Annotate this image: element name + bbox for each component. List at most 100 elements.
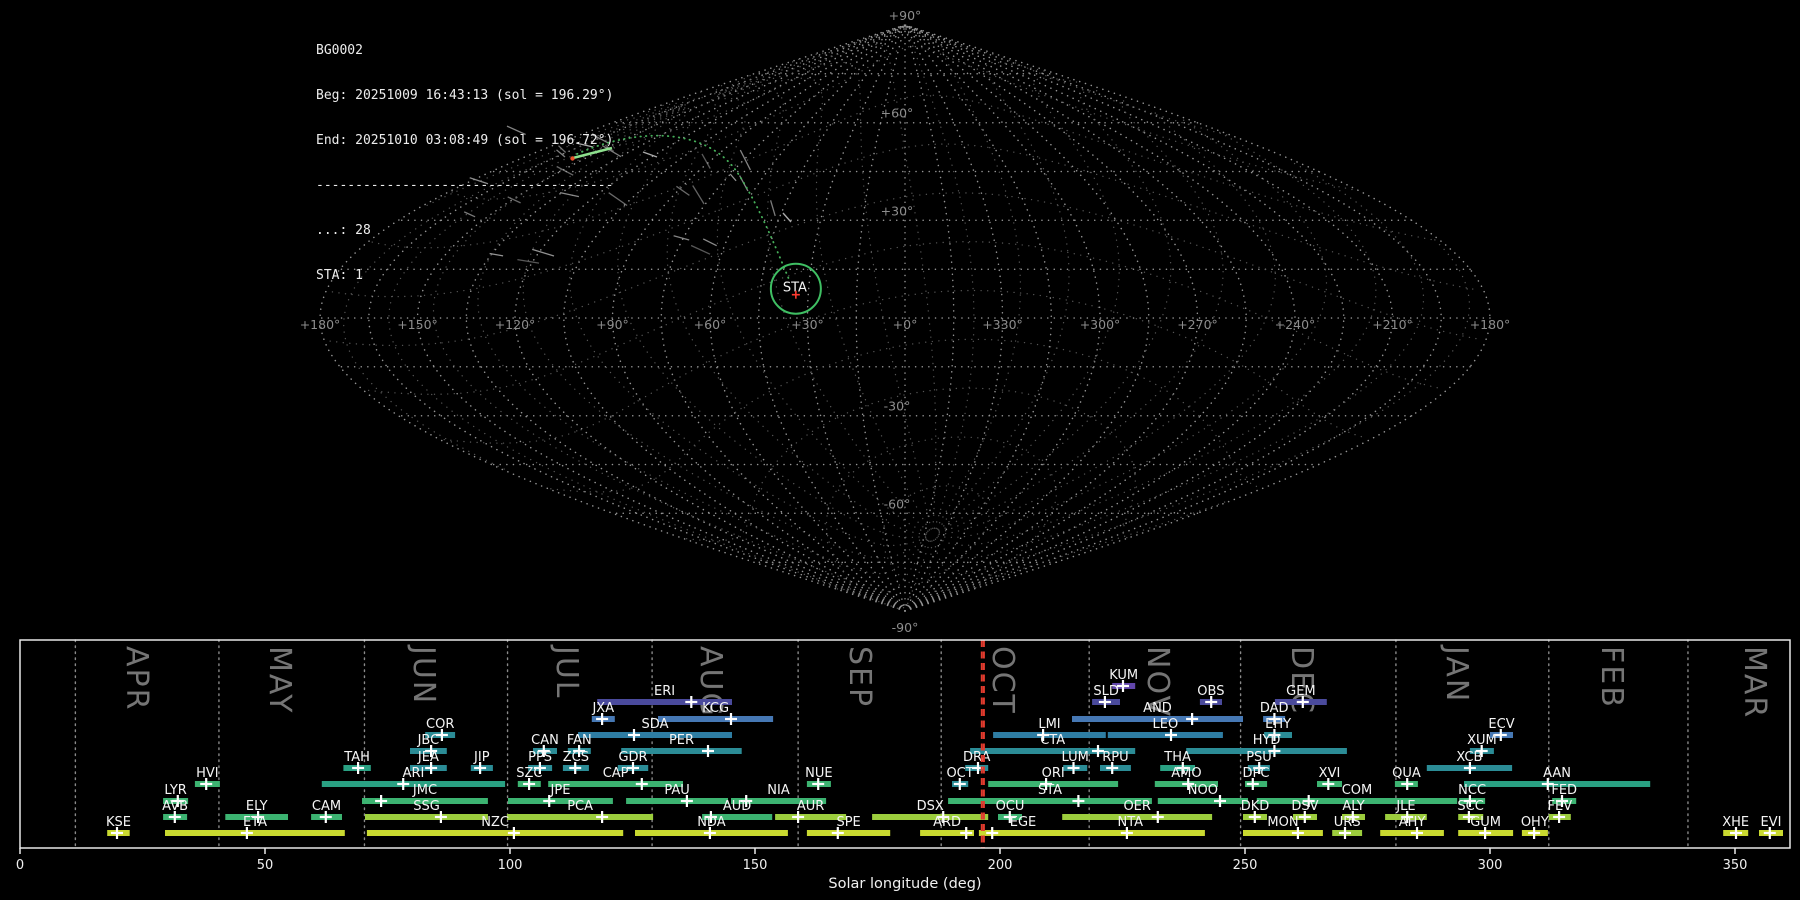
- svg-text:NOO: NOO: [1188, 783, 1218, 798]
- svg-text:NTA: NTA: [1118, 815, 1144, 830]
- svg-text:PAU: PAU: [664, 783, 689, 798]
- svg-text:+120°: +120°: [495, 317, 536, 332]
- svg-text:ETA: ETA: [243, 815, 267, 830]
- unassociated-count: ...: 28: [316, 223, 371, 238]
- svg-text:300: 300: [1478, 858, 1503, 873]
- svg-text:SEP: SEP: [842, 646, 877, 708]
- svg-text:ECV: ECV: [1488, 717, 1514, 732]
- svg-text:+330°: +330°: [982, 317, 1023, 332]
- svg-text:JUL: JUL: [549, 644, 584, 700]
- svg-text:+30°: +30°: [791, 317, 824, 332]
- svg-text:DRA: DRA: [963, 750, 991, 765]
- svg-text:KCG: KCG: [702, 701, 729, 716]
- svg-text:LUM: LUM: [1062, 750, 1089, 765]
- svg-text:AUR: AUR: [797, 799, 824, 814]
- svg-text:HVI: HVI: [196, 766, 219, 781]
- svg-text:PER: PER: [669, 733, 694, 748]
- svg-text:CAP: CAP: [603, 766, 629, 781]
- svg-text:CAM: CAM: [312, 799, 341, 814]
- svg-text:JXA: JXA: [591, 701, 614, 716]
- svg-text:50: 50: [257, 858, 274, 873]
- svg-text:-60°: -60°: [884, 496, 911, 511]
- svg-text:Solar longitude (deg): Solar longitude (deg): [828, 876, 981, 892]
- svg-text:MAY: MAY: [262, 646, 297, 714]
- svg-text:+0°: +0°: [893, 317, 918, 332]
- svg-text:OHY: OHY: [1521, 815, 1549, 830]
- svg-text:PPS: PPS: [528, 750, 552, 765]
- svg-text:150: 150: [743, 858, 768, 873]
- svg-text:COM: COM: [1342, 783, 1373, 798]
- svg-text:ORI: ORI: [1042, 766, 1065, 781]
- svg-text:SLD: SLD: [1093, 684, 1119, 699]
- svg-text:DSV: DSV: [1291, 799, 1318, 814]
- svg-text:OBS: OBS: [1197, 684, 1224, 699]
- svg-text:TAH: TAH: [343, 750, 370, 765]
- svg-text:STA: STA: [1038, 783, 1062, 798]
- svg-text:JAN: JAN: [1439, 644, 1474, 703]
- svg-text:FEB: FEB: [1594, 646, 1629, 709]
- svg-text:RPU: RPU: [1102, 750, 1128, 765]
- svg-text:NIA: NIA: [767, 783, 790, 798]
- svg-text:+90°: +90°: [596, 317, 629, 332]
- svg-text:HYD: HYD: [1253, 733, 1281, 748]
- svg-text:PCA: PCA: [567, 799, 593, 814]
- svg-text:CTA: CTA: [1040, 733, 1065, 748]
- svg-text:GUM: GUM: [1470, 815, 1501, 830]
- screenshot-root: { "info": { "lines": [ "BG0002", "Beg: 2…: [0, 0, 1800, 900]
- svg-text:+60°: +60°: [694, 317, 727, 332]
- svg-text:+180°: +180°: [1470, 317, 1511, 332]
- svg-text:JPE: JPE: [550, 783, 571, 798]
- svg-text:+300°: +300°: [1080, 317, 1121, 332]
- svg-text:APR: APR: [119, 646, 154, 711]
- svg-text:ARI: ARI: [403, 766, 425, 781]
- svg-text:+90°: +90°: [889, 8, 922, 23]
- svg-text:SDA: SDA: [642, 717, 669, 732]
- svg-text:NDA: NDA: [697, 815, 726, 830]
- svg-text:XVI: XVI: [1319, 766, 1341, 781]
- svg-text:+240°: +240°: [1275, 317, 1316, 332]
- svg-text:JMC: JMC: [412, 783, 437, 798]
- svg-text:FEV: FEV: [1548, 799, 1573, 814]
- svg-text:GDR: GDR: [618, 750, 647, 765]
- svg-text:+30°: +30°: [881, 203, 914, 218]
- svg-text:ZCS: ZCS: [563, 750, 589, 765]
- svg-text:AND: AND: [1143, 701, 1172, 716]
- svg-text:DPC: DPC: [1243, 766, 1270, 781]
- svg-text:OCT: OCT: [985, 646, 1020, 715]
- svg-text:+270°: +270°: [1177, 317, 1218, 332]
- svg-text:AVB: AVB: [162, 799, 188, 814]
- svg-text:OCT: OCT: [946, 766, 973, 781]
- svg-text:URS: URS: [1334, 815, 1361, 830]
- svg-text:OER: OER: [1123, 799, 1150, 814]
- svg-text:+210°: +210°: [1372, 317, 1413, 332]
- svg-text:DSX: DSX: [917, 799, 944, 814]
- svg-text:GEM: GEM: [1286, 684, 1316, 699]
- svg-text:DKD: DKD: [1241, 799, 1270, 814]
- svg-text:NUE: NUE: [805, 766, 832, 781]
- svg-text:MAR: MAR: [1737, 646, 1772, 719]
- svg-text:0: 0: [16, 858, 24, 873]
- svg-text:SCC: SCC: [1457, 799, 1483, 814]
- svg-text:STA: STA: [783, 281, 807, 296]
- svg-text:XCB: XCB: [1456, 750, 1482, 765]
- svg-text:FED: FED: [1551, 783, 1577, 798]
- svg-text:JIP: JIP: [473, 750, 490, 765]
- observation-info: BG0002 Beg: 20251009 16:43:13 (sol = 196…: [316, 13, 613, 298]
- svg-text:MON: MON: [1267, 815, 1298, 830]
- svg-text:ARD: ARD: [933, 815, 961, 830]
- svg-text:KUM: KUM: [1109, 668, 1138, 683]
- svg-text:250: 250: [1233, 858, 1258, 873]
- svg-text:AUD: AUD: [723, 799, 751, 814]
- separator-line: --------------------------------------: [316, 178, 614, 193]
- svg-text:EVI: EVI: [1761, 815, 1782, 830]
- station-id: BG0002: [316, 43, 363, 58]
- svg-text:-90°: -90°: [892, 620, 919, 635]
- svg-text:THA: THA: [1163, 750, 1191, 765]
- svg-text:XHE: XHE: [1722, 815, 1749, 830]
- svg-text:ALY: ALY: [1342, 799, 1364, 814]
- svg-text:100: 100: [498, 858, 523, 873]
- svg-text:QUA: QUA: [1392, 766, 1421, 781]
- svg-text:EHY: EHY: [1265, 717, 1291, 732]
- svg-text:JEA: JEA: [417, 750, 439, 765]
- svg-text:KSE: KSE: [106, 815, 131, 830]
